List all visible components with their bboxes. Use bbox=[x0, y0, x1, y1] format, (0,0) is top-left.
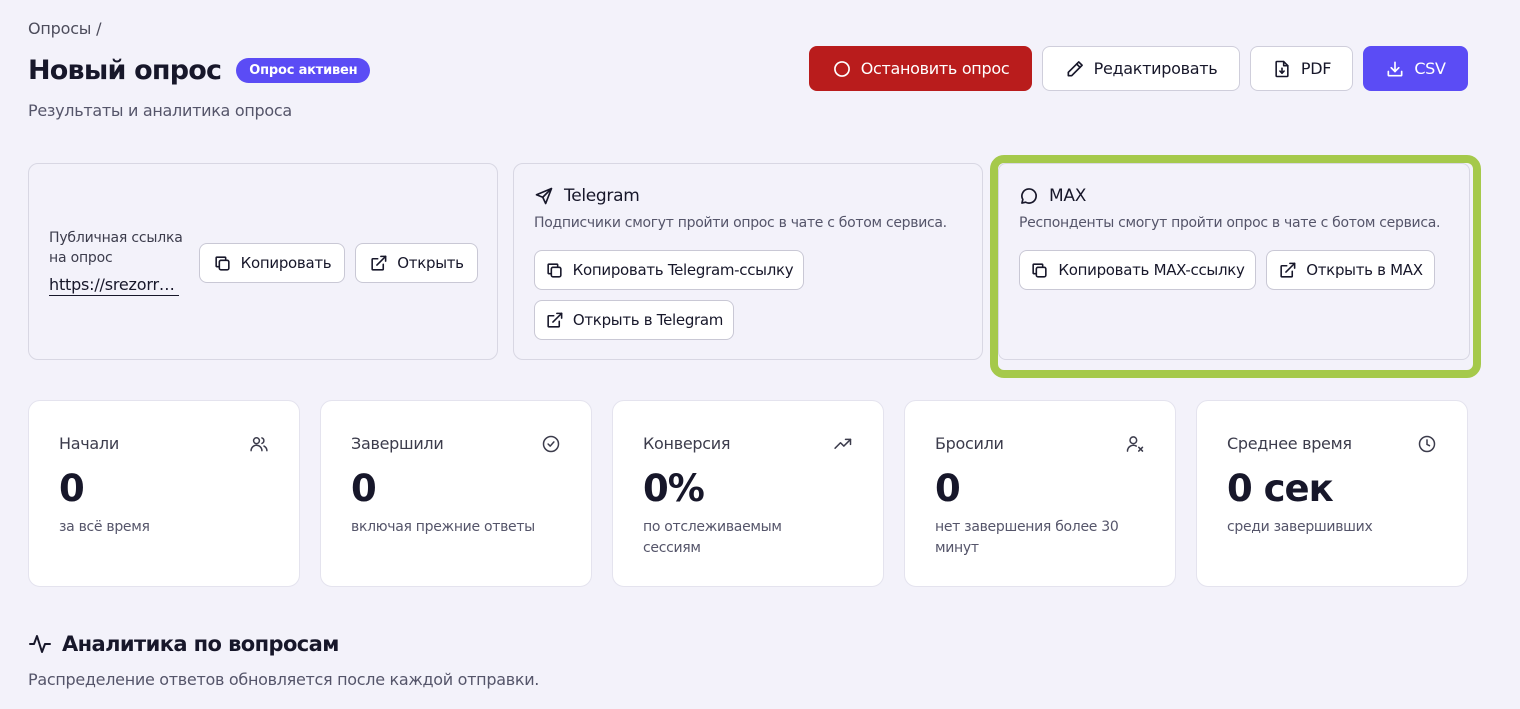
title-row: Новый опрос Опрос активен bbox=[28, 55, 371, 86]
telegram-header: Telegram bbox=[534, 186, 640, 206]
stat-caption: включая прежние ответы bbox=[351, 519, 535, 535]
check-circle-icon bbox=[542, 435, 560, 453]
stat-card-conversion: Конверсия 0% по отслеживаемым сессиям bbox=[612, 400, 884, 587]
clock-icon bbox=[1418, 435, 1436, 453]
copy-link-label: Копировать bbox=[240, 254, 332, 272]
open-link-label: Открыть bbox=[397, 254, 464, 272]
max-card: MAX Респонденты смогут пройти опрос в ча… bbox=[998, 163, 1470, 360]
external-link-icon bbox=[371, 255, 387, 271]
export-pdf-button[interactable]: PDF bbox=[1250, 46, 1353, 91]
telegram-card: Telegram Подписчики смогут пройти опрос … bbox=[513, 163, 983, 360]
header-actions: Остановить опрос Редактировать PDF CSV bbox=[809, 46, 1468, 91]
stat-label: Бросили bbox=[935, 434, 1004, 453]
stat-label: Завершили bbox=[351, 434, 444, 453]
trending-up-icon bbox=[834, 438, 852, 449]
stop-survey-button[interactable]: Остановить опрос bbox=[809, 46, 1032, 91]
breadcrumb[interactable]: Опросы / bbox=[28, 19, 102, 38]
analytics-section-title: Аналитика по вопросам bbox=[28, 632, 339, 656]
open-telegram-button[interactable]: Открыть в Telegram bbox=[534, 300, 734, 340]
stat-caption: нет завершения более 30 минут bbox=[935, 519, 1119, 556]
edit-label: Редактировать bbox=[1093, 59, 1218, 78]
analytics-subtitle: Распределение ответов обновляется после … bbox=[28, 670, 540, 689]
copy-telegram-label: Копировать Telegram-ссылку bbox=[572, 261, 794, 279]
stat-caption: за всё время bbox=[59, 519, 150, 535]
csv-label: CSV bbox=[1414, 59, 1446, 78]
stat-label: Среднее время bbox=[1227, 434, 1352, 453]
open-link-button[interactable]: Открыть bbox=[355, 243, 478, 283]
users-icon bbox=[250, 437, 268, 452]
max-description: Респонденты смогут пройти опрос в чате с… bbox=[1019, 215, 1441, 231]
chat-bubble-icon bbox=[1021, 188, 1037, 204]
public-link-url[interactable]: https://srezorr… bbox=[49, 275, 179, 296]
telegram-title: Telegram bbox=[564, 186, 640, 206]
file-download-icon bbox=[1275, 60, 1289, 77]
copy-telegram-link-button[interactable]: Копировать Telegram-ссылку bbox=[534, 250, 804, 290]
stat-caption: по отслеживаемым сессиям bbox=[643, 519, 782, 556]
stat-card-started: Начали 0 за всё время bbox=[28, 400, 300, 587]
external-link-icon bbox=[547, 312, 563, 328]
stat-value: 0% bbox=[643, 467, 705, 510]
copy-icon bbox=[547, 262, 562, 278]
stat-caption: среди завершивших bbox=[1227, 519, 1373, 535]
telegram-description: Подписчики смогут пройти опрос в чате с … bbox=[534, 215, 947, 231]
stat-value: 0 bbox=[351, 467, 377, 510]
open-max-button[interactable]: Открыть в MAX bbox=[1266, 250, 1435, 290]
export-csv-button[interactable]: CSV bbox=[1363, 46, 1468, 91]
stat-value: 0 сек bbox=[1227, 467, 1334, 510]
stat-label: Начали bbox=[59, 434, 119, 453]
stat-card-abandoned: Бросили 0 нет завершения более 30 минут bbox=[904, 400, 1176, 587]
copy-max-label: Копировать MAX-ссылку bbox=[1058, 261, 1245, 279]
stop-survey-label: Остановить опрос bbox=[860, 59, 1010, 78]
max-header: MAX bbox=[1019, 186, 1086, 206]
stat-label: Конверсия bbox=[643, 434, 731, 453]
copy-max-link-button[interactable]: Копировать MAX-ссылку bbox=[1019, 250, 1256, 290]
public-link-card: Публичная ссылка на опрос https://srezor… bbox=[28, 163, 498, 360]
max-title: MAX bbox=[1049, 186, 1087, 206]
stat-card-avg-time: Среднее время 0 сек среди завершивших bbox=[1196, 400, 1468, 587]
user-x-icon bbox=[1126, 436, 1144, 452]
page-subtitle: Результаты и аналитика опроса bbox=[28, 101, 292, 120]
copy-link-button[interactable]: Копировать bbox=[199, 243, 345, 283]
stat-value: 0 bbox=[935, 467, 961, 510]
send-icon bbox=[535, 187, 553, 205]
download-icon bbox=[1387, 61, 1403, 76]
copy-icon bbox=[215, 255, 230, 271]
external-link-icon bbox=[1280, 262, 1296, 278]
stat-card-completed: Завершили 0 включая прежние ответы bbox=[320, 400, 592, 587]
activity-icon bbox=[29, 635, 51, 653]
analytics-title: Аналитика по вопросам bbox=[62, 632, 339, 656]
circle-icon bbox=[833, 60, 850, 77]
edit-button[interactable]: Редактировать bbox=[1042, 46, 1240, 91]
status-badge: Опрос активен bbox=[236, 58, 371, 83]
page-title: Новый опрос bbox=[28, 55, 222, 86]
open-telegram-label: Открыть в Telegram bbox=[572, 311, 724, 329]
public-link-label: Публичная ссылка на опрос bbox=[49, 230, 183, 266]
pdf-label: PDF bbox=[1300, 59, 1332, 78]
pencil-icon bbox=[1067, 60, 1083, 76]
open-max-label: Открыть в MAX bbox=[1306, 261, 1423, 279]
stat-value: 0 bbox=[59, 467, 85, 510]
copy-icon bbox=[1032, 262, 1048, 278]
